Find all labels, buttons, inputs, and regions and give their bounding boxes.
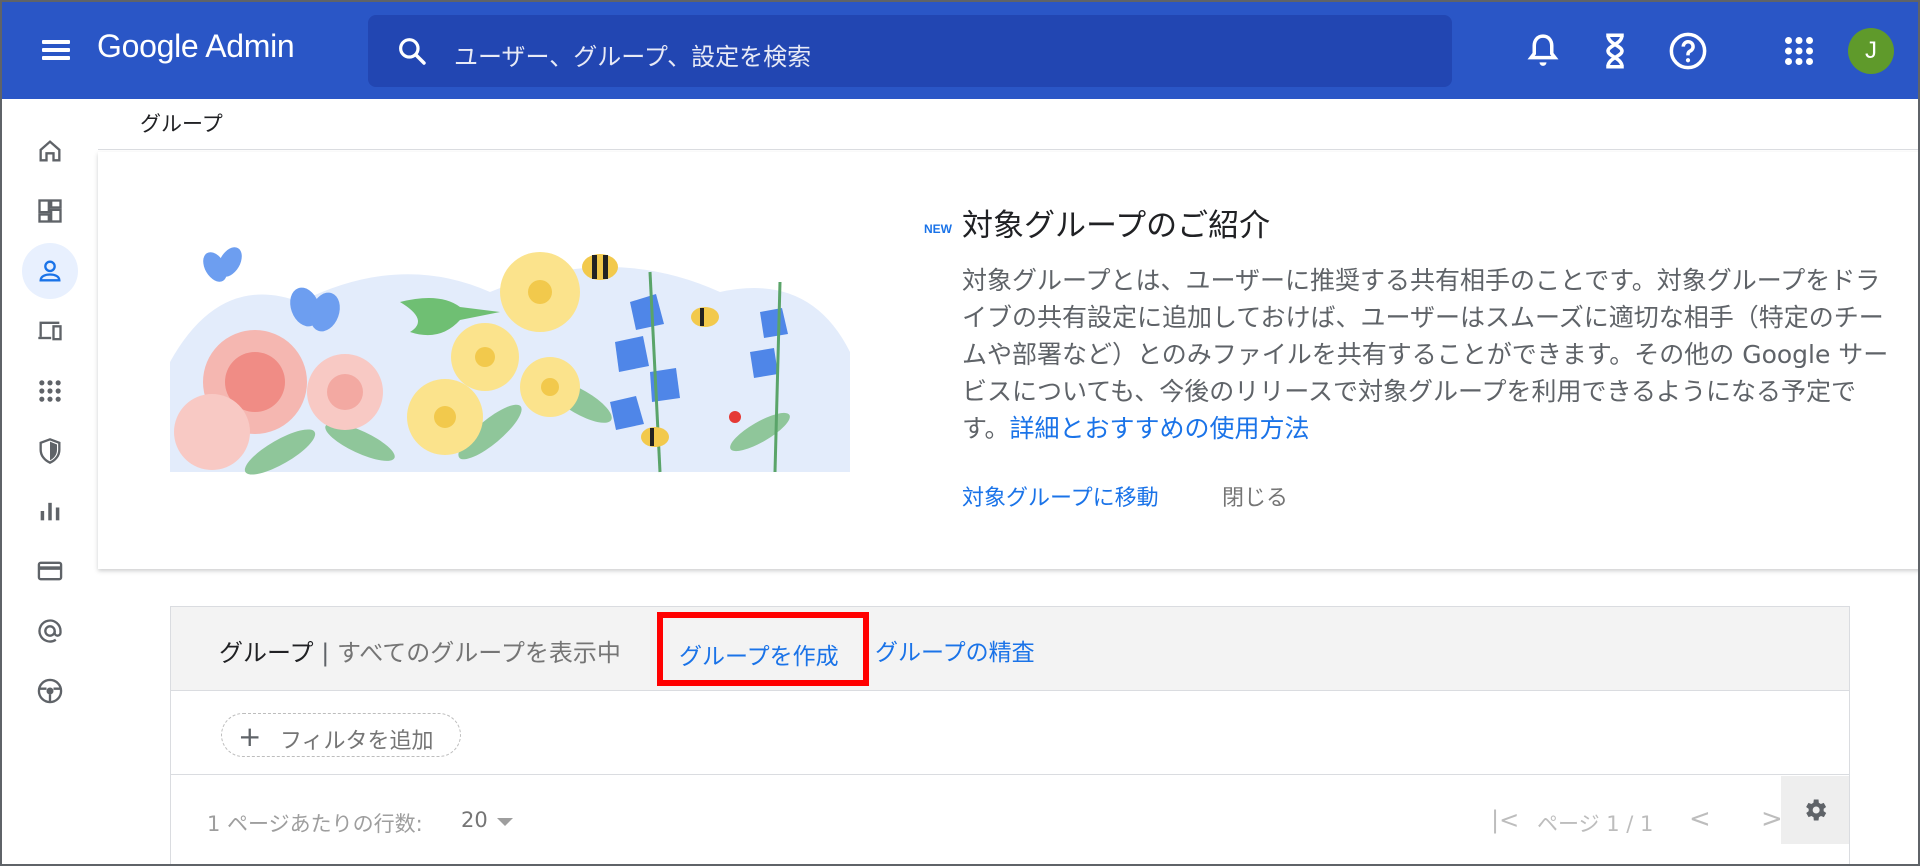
groups-table-header: グループ | すべてのグループを表示中 グループを作成 グループの精査 <box>171 607 1849 691</box>
pagination-row: 1 ページあたりの行数: 20 |< ページ 1 / 1 < > <box>171 776 1849 864</box>
left-nav-rail <box>2 99 98 864</box>
apps-icon[interactable] <box>22 363 78 419</box>
filter-row: + フィルタを追加 <box>171 691 1849 775</box>
audit-groups-button[interactable]: グループの精査 <box>875 633 1035 667</box>
chevron-down-icon[interactable] <box>497 818 513 826</box>
close-promo-button[interactable]: 閉じる <box>1222 480 1288 512</box>
page-indicator: ページ 1 / 1 <box>1537 812 1654 836</box>
tasks-hourglass-icon[interactable] <box>1594 30 1636 72</box>
promo-actions: 対象グループに移動 閉じる <box>962 480 1288 512</box>
search-icon <box>399 38 426 65</box>
first-page-icon[interactable]: |< <box>1491 806 1519 834</box>
rows-per-page-label: 1 ページあたりの行数: <box>207 812 423 836</box>
apps-grid-icon[interactable] <box>1778 30 1820 72</box>
dashboard-icon[interactable] <box>22 183 78 239</box>
breadcrumb-divider <box>98 149 1918 150</box>
support-icon[interactable] <box>22 663 78 719</box>
breadcrumb: グループ <box>140 112 223 136</box>
search-bar[interactable]: ユーザー、グループ、設定を検索 <box>368 15 1452 87</box>
add-filter-button[interactable]: + フィルタを追加 <box>221 713 461 757</box>
groups-table-card: グループ | すべてのグループを表示中 グループを作成 グループの精査 + フィ… <box>170 606 1850 864</box>
create-group-button[interactable]: グループを作成 <box>657 612 869 686</box>
billing-icon[interactable] <box>22 543 78 599</box>
gear-icon <box>1806 799 1827 821</box>
groups-table-title: グループ | すべてのグループを表示中 <box>219 633 621 668</box>
domain-at-icon[interactable] <box>22 603 78 659</box>
groups-subtitle: すべてのグループを表示中 <box>336 639 621 667</box>
devices-icon[interactable] <box>22 303 78 359</box>
target-audience-promo-card: NEW 対象グループのご紹介 対象グループとは、ユーザーに推奨する共有相手のこと… <box>98 152 1918 569</box>
groups-title-text: グループ <box>219 639 314 667</box>
next-page-icon[interactable]: > <box>1761 804 1783 834</box>
account-avatar[interactable]: J <box>1848 28 1894 74</box>
promo-title: 対象グループのご紹介 <box>962 208 1271 244</box>
previous-page-icon[interactable]: < <box>1689 804 1711 834</box>
top-app-bar: Google Admin ユーザー、グループ、設定を検索 J <box>2 2 1918 99</box>
flowers-illustration <box>170 247 850 475</box>
google-admin-logo[interactable]: Google Admin <box>97 28 295 65</box>
user-icon[interactable] <box>22 243 78 299</box>
notifications-bell-icon[interactable] <box>1522 30 1564 72</box>
promo-description: 対象グループとは、ユーザーに推奨する共有相手のことです。対象グループをドライブの… <box>962 262 1892 447</box>
plus-icon: + <box>238 720 262 753</box>
promo-learn-more-link[interactable]: 詳細とおすすめの使用方法 <box>1010 414 1310 443</box>
search-input[interactable]: ユーザー、グループ、設定を検索 <box>454 37 811 72</box>
add-filter-label: フィルタを追加 <box>280 729 434 754</box>
new-badge: NEW <box>924 222 952 236</box>
reports-icon[interactable] <box>22 483 78 539</box>
admin-window: Google Admin ユーザー、グループ、設定を検索 J グループ NEW … <box>0 0 1920 866</box>
go-to-target-audiences-button[interactable]: 対象グループに移動 <box>962 486 1159 511</box>
main-menu-icon[interactable] <box>38 32 74 68</box>
title-separator: | <box>321 639 330 667</box>
help-icon[interactable] <box>1667 30 1709 72</box>
home-icon[interactable] <box>22 123 78 179</box>
rows-per-page-select[interactable]: 20 <box>461 808 488 832</box>
table-settings-button[interactable] <box>1781 776 1849 844</box>
security-shield-icon[interactable] <box>22 423 78 479</box>
create-group-label: グループを作成 <box>679 644 839 670</box>
